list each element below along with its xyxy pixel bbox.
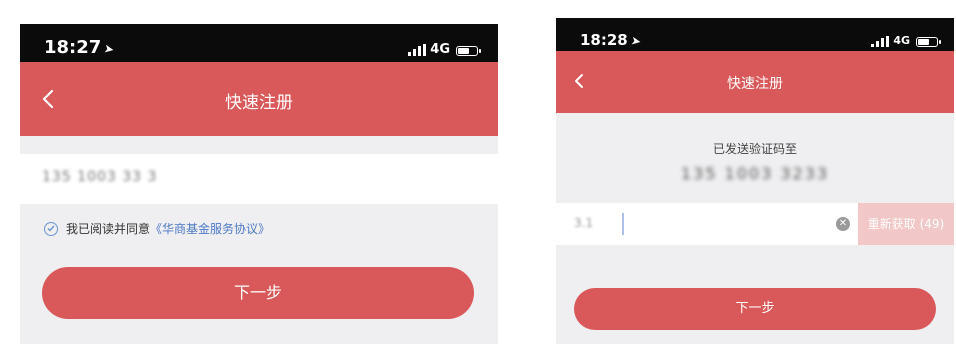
clear-icon[interactable]: ✕ [836, 217, 850, 231]
nav-bar: 快速注册 [20, 62, 498, 136]
location-arrow-icon: ➤ [629, 33, 642, 49]
status-indicators: 4G [871, 34, 941, 47]
divider [498, 0, 556, 349]
nav-bar: 快速注册 [556, 51, 954, 113]
status-indicators: 4G [408, 42, 481, 57]
next-button[interactable]: 下一步 [574, 288, 936, 330]
agreement-text: 我已阅读并同意 [66, 222, 151, 236]
sent-label: 已发送验证码至 [712, 142, 797, 156]
status-time-text: 18:28 [580, 31, 628, 49]
status-bar: 18:28 ➤ 4G [556, 18, 954, 51]
status-time: 18:28 ➤ [580, 31, 642, 49]
status-time-text: 18:27 [44, 37, 102, 58]
next-button[interactable]: 下一步 [42, 267, 474, 319]
agreement-row: 我已阅读并同意 《华商基金服务协议》 [44, 220, 270, 237]
page-title: 快速注册 [727, 76, 783, 92]
network-label: 4G [893, 34, 910, 47]
phone-screen-right: 18:28 ➤ 4G 快速注册 已发送验证码至 135 1003 3233 3.1… [556, 18, 954, 344]
battery-icon [916, 37, 941, 47]
network-label: 4G [430, 42, 450, 57]
signal-icon [871, 35, 890, 47]
verification-code-input[interactable]: 3.1 ✕ [556, 203, 858, 245]
check-circle-icon[interactable] [44, 221, 58, 236]
page-title: 快速注册 [225, 93, 293, 113]
code-input-value: 3.1 [574, 216, 594, 230]
location-arrow-icon: ➤ [103, 41, 116, 57]
agreement-link[interactable]: 《华商基金服务协议》 [150, 220, 270, 237]
battery-icon [456, 46, 481, 56]
text-caret [622, 213, 624, 235]
resend-button[interactable]: 重新获取 (49) [858, 203, 954, 245]
phone-input[interactable]: 135 1003 33 3 [20, 154, 498, 204]
phone-input-value: 135 1003 33 3 [42, 169, 158, 185]
signal-icon [408, 44, 427, 56]
phone-screen-left: 18:27 ➤ 4G 快速注册 135 1003 33 3 我已阅读并同意 《华商… [20, 24, 498, 344]
status-time: 18:27 ➤ [44, 37, 116, 58]
status-bar: 18:27 ➤ 4G [20, 24, 498, 62]
phone-number: 135 1003 3233 [680, 164, 830, 183]
